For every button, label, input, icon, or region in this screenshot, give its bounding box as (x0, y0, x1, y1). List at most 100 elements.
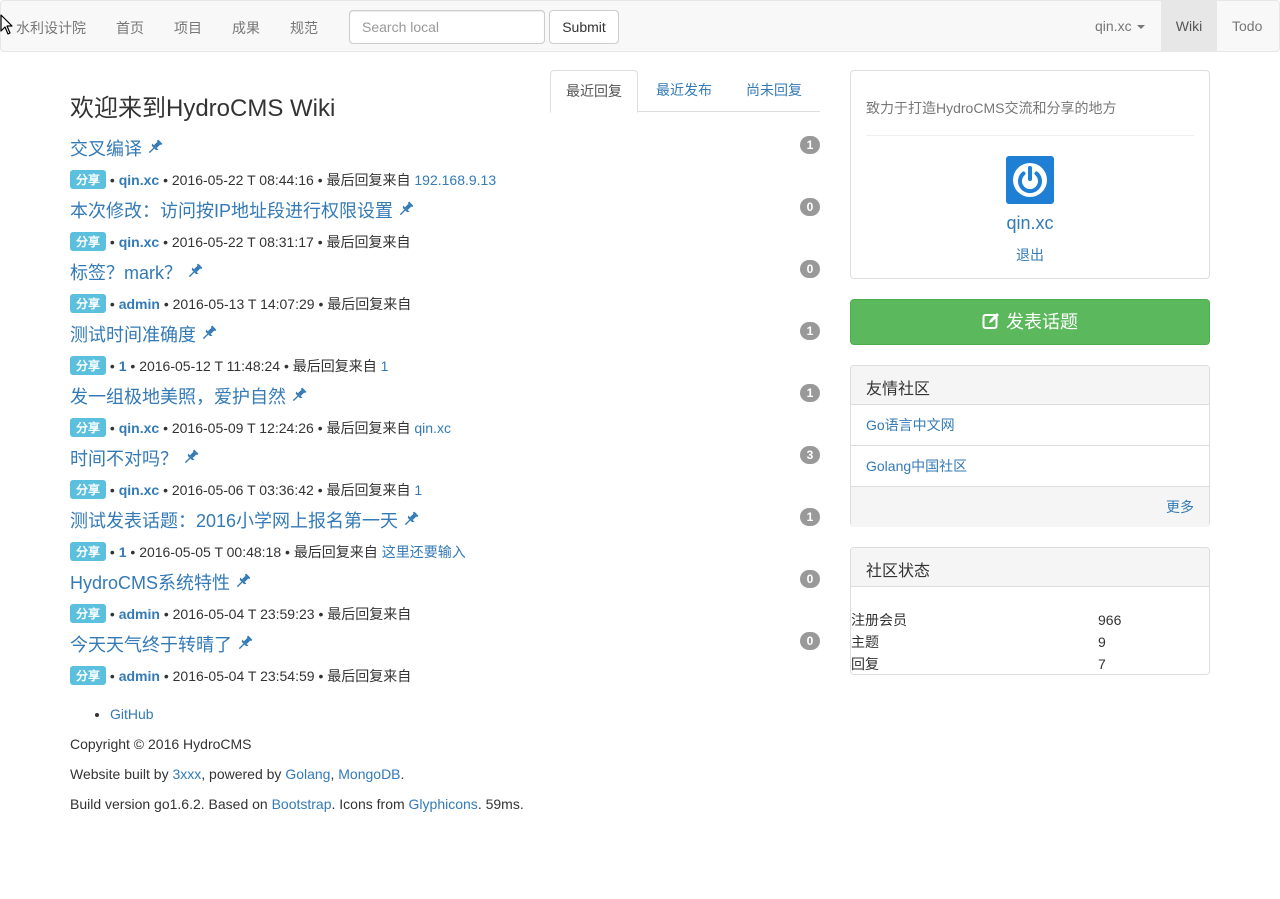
friend-link-label: Golang中国社区 (866, 458, 968, 474)
category-label[interactable]: 分享 (70, 232, 107, 251)
separator: • (109, 668, 119, 684)
last-reply-link[interactable]: 这里还要输入 (382, 544, 466, 560)
search-submit-button[interactable]: Submit (549, 10, 619, 44)
stat-value: 9 (1098, 634, 1106, 650)
topic-title-text: 测试发表话题：2016小学网上报名第一天 (70, 511, 399, 531)
category-label[interactable]: 分享 (70, 480, 107, 499)
friend-link-golangtc[interactable]: Go语言中文网 (851, 405, 1209, 446)
category-label[interactable]: 分享 (70, 418, 107, 437)
last-reply-link[interactable]: 192.168.9.13 (414, 172, 496, 188)
friend-link-golangcn[interactable]: Golang中国社区 (851, 446, 1209, 487)
nav-link-todo[interactable]: Todo (1232, 18, 1262, 34)
post-time: 2016-05-06 T 03:36:42 (171, 482, 314, 498)
separator: • (109, 420, 119, 436)
mongodb-link[interactable]: MongoDB (338, 766, 400, 782)
new-topic-button[interactable]: 发表话题 (850, 299, 1210, 345)
tab-no-replies[interactable]: 尚未回复 (730, 70, 818, 112)
friends-panel-footer: 更多 (851, 487, 1209, 527)
author-link[interactable]: 1 (119, 544, 127, 560)
friends-panel-title: 友情社区 (851, 366, 1209, 405)
topic-title-link[interactable]: 时间不对吗？ (70, 445, 200, 471)
bootstrap-link[interactable]: Bootstrap (272, 796, 332, 812)
topic-meta: 分享 • qin.xc • 2016-05-22 T 08:44:16 • 最后… (70, 170, 496, 190)
built-prefix-text: Website built by (70, 766, 173, 782)
intro-panel: 致力于打造HydroCMS交流和分享的地方 qin.xc 退出 (850, 70, 1210, 279)
post-time: 2016-05-22 T 08:44:16 (171, 172, 314, 188)
tab-recent-posts[interactable]: 最近发布 (640, 70, 728, 112)
glyphicons-link[interactable]: Glyphicons (409, 796, 478, 812)
nav-link-standards[interactable]: 规范 (290, 18, 318, 38)
last-reply-text: 最后回复来自 (326, 172, 411, 188)
topic-title-link[interactable]: 发一组极地美照，爱护自然 (70, 383, 308, 409)
reply-count-badge: 0 (800, 260, 820, 278)
author-link[interactable]: admin (119, 296, 160, 312)
topic-meta: 分享 • qin.xc • 2016-05-09 T 12:24:26 • 最后… (70, 418, 451, 438)
separator: • (163, 172, 172, 188)
topic-title-text: 今天天气终于转晴了 (70, 635, 232, 655)
author-link[interactable]: qin.xc (119, 482, 159, 498)
author-link[interactable]: qin.xc (119, 234, 159, 250)
separator: • (318, 606, 328, 622)
last-reply-link[interactable]: 1 (381, 358, 389, 374)
avatar[interactable] (1006, 156, 1054, 204)
topic-item: 时间不对吗？ 3 分享 • qin.xc • 2016-05-06 T 03:3… (70, 442, 820, 504)
topic-title-link[interactable]: 今天天气终于转晴了 (70, 631, 254, 657)
topic-title-link[interactable]: 测试发表话题：2016小学网上报名第一天 (70, 507, 420, 533)
reply-count-badge: 0 (800, 632, 820, 650)
brand-link[interactable]: 水利设计院 (16, 18, 86, 38)
separator: • (109, 544, 119, 560)
pushpin-icon (202, 325, 217, 340)
category-label[interactable]: 分享 (70, 666, 107, 685)
separator: • (318, 668, 328, 684)
category-label[interactable]: 分享 (70, 604, 107, 623)
last-reply-link[interactable]: qin.xc (414, 420, 451, 436)
topic-title-link[interactable]: 测试时间准确度 (70, 321, 218, 347)
topic-meta: 分享 • qin.xc • 2016-05-06 T 03:36:42 • 最后… (70, 480, 422, 500)
topic-item: 今天天气终于转晴了 0 分享 • admin • 2016-05-04 T 23… (70, 628, 820, 690)
separator: • (285, 544, 294, 560)
topic-title-link[interactable]: 本次修改：访问按IP地址段进行权限设置 (70, 197, 415, 223)
category-label[interactable]: 分享 (70, 356, 107, 375)
golang-link[interactable]: Golang (285, 766, 330, 782)
separator: • (109, 606, 119, 622)
topic-title-text: 时间不对吗？ (70, 449, 178, 469)
more-link[interactable]: 更多 (1166, 499, 1194, 515)
author-link[interactable]: qin.xc (119, 420, 159, 436)
nav-link-projects[interactable]: 项目 (174, 18, 202, 38)
topic-title-text: 测试时间准确度 (70, 325, 196, 345)
author-3xxx-link[interactable]: 3xxx (172, 766, 201, 782)
user-menu-dropdown[interactable]: qin.xc (1095, 18, 1145, 34)
profile-name-link[interactable]: qin.xc (851, 213, 1209, 234)
topic-title-text: 标签？mark？ (70, 263, 182, 283)
search-input[interactable] (349, 10, 545, 44)
logout-link[interactable]: 退出 (851, 245, 1209, 265)
post-time: 2016-05-05 T 00:48:18 (139, 544, 282, 560)
author-link[interactable]: admin (119, 668, 160, 684)
category-label[interactable]: 分享 (70, 294, 107, 313)
category-label[interactable]: 分享 (70, 170, 107, 189)
author-link[interactable]: 1 (119, 358, 127, 374)
divider (866, 135, 1194, 136)
separator: • (163, 482, 172, 498)
pushpin-icon (404, 511, 419, 526)
reply-count-badge: 1 (800, 136, 820, 154)
built-by-line: Website built by 3xxx, powered by Golang… (70, 764, 524, 784)
nav-link-results[interactable]: 成果 (232, 18, 260, 38)
render-time-text: . 59ms. (477, 796, 524, 812)
author-link[interactable]: qin.xc (119, 172, 159, 188)
nav-link-wiki[interactable]: Wiki (1161, 1, 1217, 51)
author-link[interactable]: admin (119, 606, 160, 622)
topic-title-link[interactable]: HydroCMS系统特性 (70, 569, 252, 595)
topic-title-link[interactable]: 交叉编译 (70, 135, 164, 161)
tab-recent-replies[interactable]: 最近回复 (550, 70, 638, 113)
topic-title-link[interactable]: 标签？mark？ (70, 259, 204, 285)
last-reply-link[interactable]: 1 (414, 482, 422, 498)
category-label[interactable]: 分享 (70, 542, 107, 561)
reply-count-badge: 1 (800, 508, 820, 526)
nav-link-home[interactable]: 首页 (116, 18, 144, 38)
pushpin-icon (236, 573, 251, 588)
new-topic-label: 发表话题 (1006, 312, 1078, 332)
stat-value: 7 (1098, 656, 1106, 672)
github-link[interactable]: GitHub (110, 706, 154, 722)
pushpin-icon (399, 201, 414, 216)
